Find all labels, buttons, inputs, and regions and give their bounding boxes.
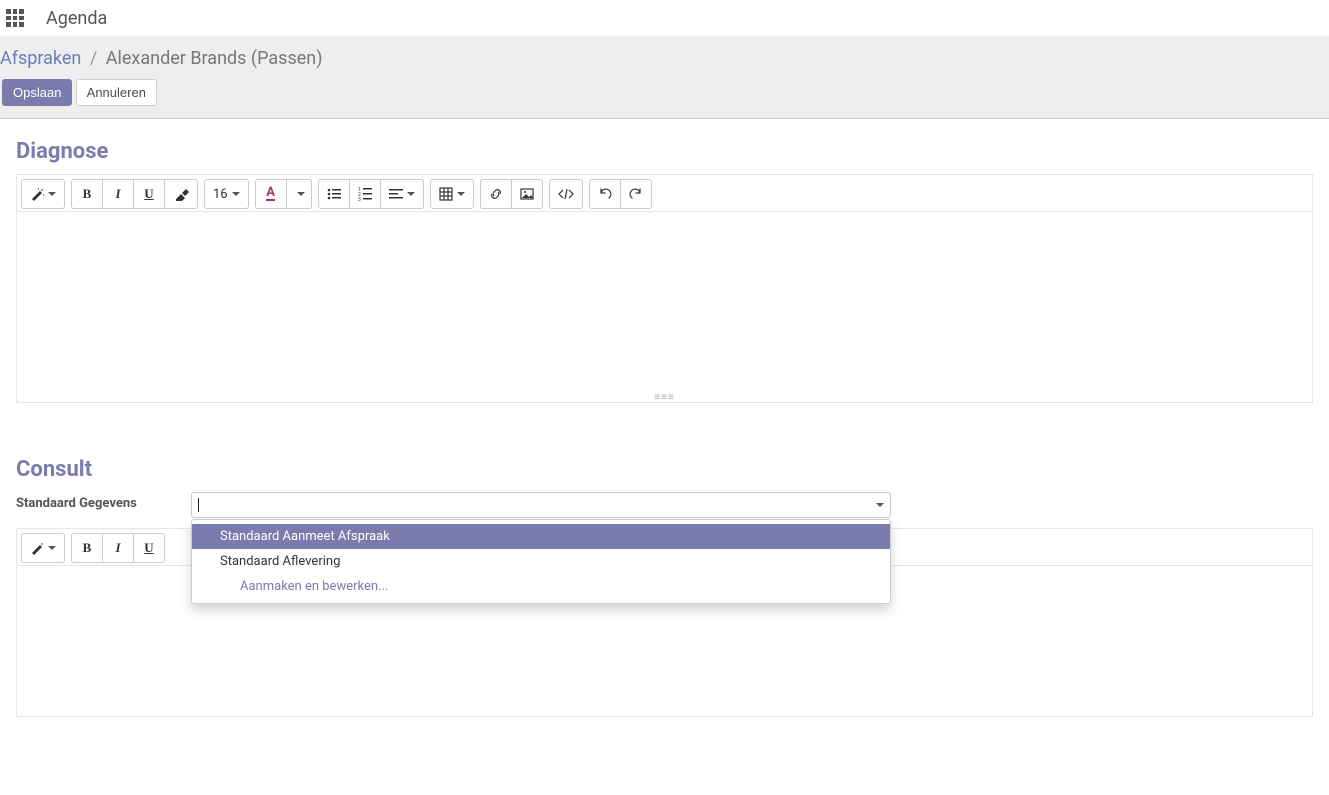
text-cursor [198, 498, 199, 512]
style-dropdown[interactable] [21, 533, 65, 563]
section-title-diagnose: Diagnose [16, 139, 1313, 164]
eraser-icon [173, 187, 189, 201]
caret-icon [232, 192, 240, 196]
undo-button[interactable] [589, 179, 621, 209]
magic-icon [30, 541, 44, 555]
caret-icon [457, 192, 465, 196]
underline-button[interactable]: U [133, 533, 165, 563]
control-panel: Afspraken / Alexander Brands (Passen) Op… [0, 36, 1329, 119]
ul-icon [327, 187, 341, 201]
caret-icon [297, 192, 305, 196]
redo-button[interactable] [620, 179, 652, 209]
bold-button[interactable]: B [71, 179, 103, 209]
discard-button[interactable]: Annuleren [76, 79, 157, 106]
svg-text:3: 3 [358, 197, 361, 201]
breadcrumb-root[interactable]: Afspraken [0, 48, 81, 69]
module-title: Agenda [46, 8, 107, 29]
dropdown-option[interactable]: Standaard Aflevering [192, 549, 890, 574]
font-size-dropdown[interactable]: 16 [204, 179, 249, 209]
caret-icon [407, 192, 415, 196]
table-dropdown[interactable] [430, 179, 474, 209]
ol-icon: 1 2 3 [358, 187, 372, 201]
breadcrumb-current: Alexander Brands (Passen) [106, 48, 323, 69]
undo-icon [598, 187, 612, 201]
dropdown-caret-icon [876, 503, 884, 507]
magic-icon [30, 187, 44, 201]
editor-resize-handle[interactable]: ≡≡≡ [17, 396, 1312, 404]
save-button[interactable]: Opslaan [2, 79, 72, 106]
editor-content-area[interactable] [17, 212, 1312, 402]
bold-button[interactable]: B [71, 533, 103, 563]
dropdown-option[interactable]: Standaard Aanmeet Afspraak [192, 524, 890, 549]
unordered-list-button[interactable] [318, 179, 350, 209]
form-sheet: Diagnose B I U 16 [0, 119, 1329, 753]
italic-button[interactable]: I [102, 179, 134, 209]
ordered-list-button[interactable]: 1 2 3 [349, 179, 381, 209]
underline-button[interactable]: U [133, 179, 165, 209]
link-icon [489, 187, 503, 201]
editor-diagnose: B I U 16 A [16, 174, 1313, 403]
dropdown-create-edit[interactable]: Aanmaken en bewerken... [192, 574, 890, 599]
italic-button[interactable]: I [102, 533, 134, 563]
table-icon [439, 187, 453, 201]
font-color-button[interactable]: A [255, 179, 287, 209]
form-buttons: Opslaan Annuleren [0, 79, 1329, 106]
field-standaard-gegevens: Standaard Gegevens Standaard Aanmeet Afs… [16, 492, 1313, 518]
breadcrumb-separator: / [90, 48, 97, 69]
caret-icon [48, 546, 56, 550]
field-label: Standaard Gegevens [16, 492, 191, 511]
font-size-value: 16 [213, 187, 228, 202]
remove-format-button[interactable] [164, 179, 198, 209]
apps-icon[interactable] [6, 9, 24, 27]
standaard-gegevens-dropdown: Standaard Aanmeet Afspraak Standaard Afl… [191, 519, 891, 604]
picture-button[interactable] [511, 179, 543, 209]
redo-icon [629, 187, 643, 201]
caret-icon [48, 192, 56, 196]
style-dropdown[interactable] [21, 179, 65, 209]
font-color-dropdown[interactable] [286, 179, 312, 209]
top-bar: Agenda [0, 0, 1329, 36]
link-button[interactable] [480, 179, 512, 209]
paragraph-dropdown[interactable] [380, 179, 424, 209]
code-icon [558, 187, 574, 201]
align-icon [389, 187, 403, 201]
standaard-gegevens-input[interactable] [191, 492, 891, 518]
codeview-button[interactable] [549, 179, 583, 209]
editor-toolbar: B I U 16 A [17, 175, 1312, 212]
breadcrumb: Afspraken / Alexander Brands (Passen) [0, 44, 1329, 79]
picture-icon [520, 187, 534, 201]
section-title-consult: Consult [16, 457, 1313, 482]
